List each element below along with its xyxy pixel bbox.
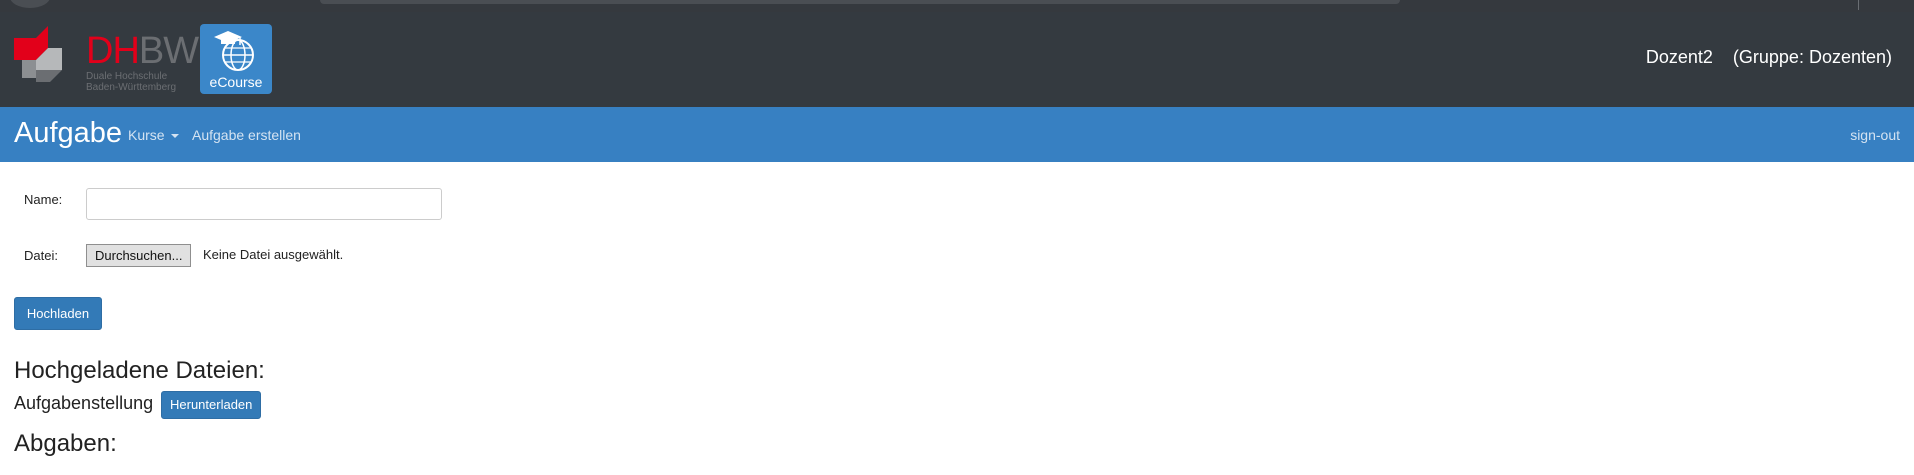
browse-file-button[interactable]: Durchsuchen...	[86, 244, 192, 267]
uploaded-file-name: Aufgabenstellung	[14, 393, 154, 413]
dhbw-subtitle: Duale Hochschule Baden-Württemberg	[86, 71, 176, 93]
subtitle-line-1: Duale Hochschule	[86, 71, 168, 82]
globe-graduation-cap-icon	[214, 31, 254, 71]
page-title[interactable]: Aufgabe	[14, 117, 122, 150]
file-label: Datei:	[24, 248, 58, 263]
uploaded-files-heading: Hochgeladene Dateien:	[14, 357, 265, 384]
file-status-text: Keine Datei ausgewählt.	[203, 247, 344, 262]
caret-down-icon	[170, 134, 179, 139]
browser-divider	[1858, 0, 1859, 10]
nav-kurse-label: Kurse	[128, 127, 165, 143]
wordmark-bw: BW	[138, 30, 199, 72]
wordmark-dh: DH	[86, 30, 140, 72]
subtitle-line-2: Baden-Württemberg	[86, 82, 177, 93]
ecourse-logo[interactable]: eCourse	[200, 24, 272, 94]
submissions-heading: Abgaben:	[14, 430, 117, 457]
user-info: Dozent2 (Gruppe: Dozenten)	[1646, 47, 1892, 68]
upload-button[interactable]: Hochladen	[14, 297, 102, 330]
username: Dozent2	[1645, 47, 1713, 67]
nav-create-task-link[interactable]: Aufgabe erstellen	[192, 127, 301, 143]
name-label: Name:	[24, 192, 63, 207]
dhbw-logo-icon	[14, 26, 62, 82]
name-input[interactable]	[86, 188, 442, 220]
main-navbar: Aufgabe Kurse Aufgabe erstellen sign-out	[0, 107, 1914, 162]
browser-back-button[interactable]	[10, 0, 50, 8]
browser-address-bar[interactable]	[320, 0, 1400, 4]
download-button[interactable]: Herunterladen	[161, 391, 262, 419]
site-header: DHBW Duale Hochschule Baden-Württemberg …	[0, 12, 1914, 107]
user-group: (Gruppe: Dozenten)	[1732, 47, 1892, 67]
ecourse-label: eCourse	[209, 74, 263, 90]
nav-kurse-dropdown[interactable]: Kurse	[128, 127, 179, 143]
sign-out-link[interactable]: sign-out	[1850, 127, 1900, 143]
dhbw-wordmark: DHBW	[86, 30, 199, 72]
